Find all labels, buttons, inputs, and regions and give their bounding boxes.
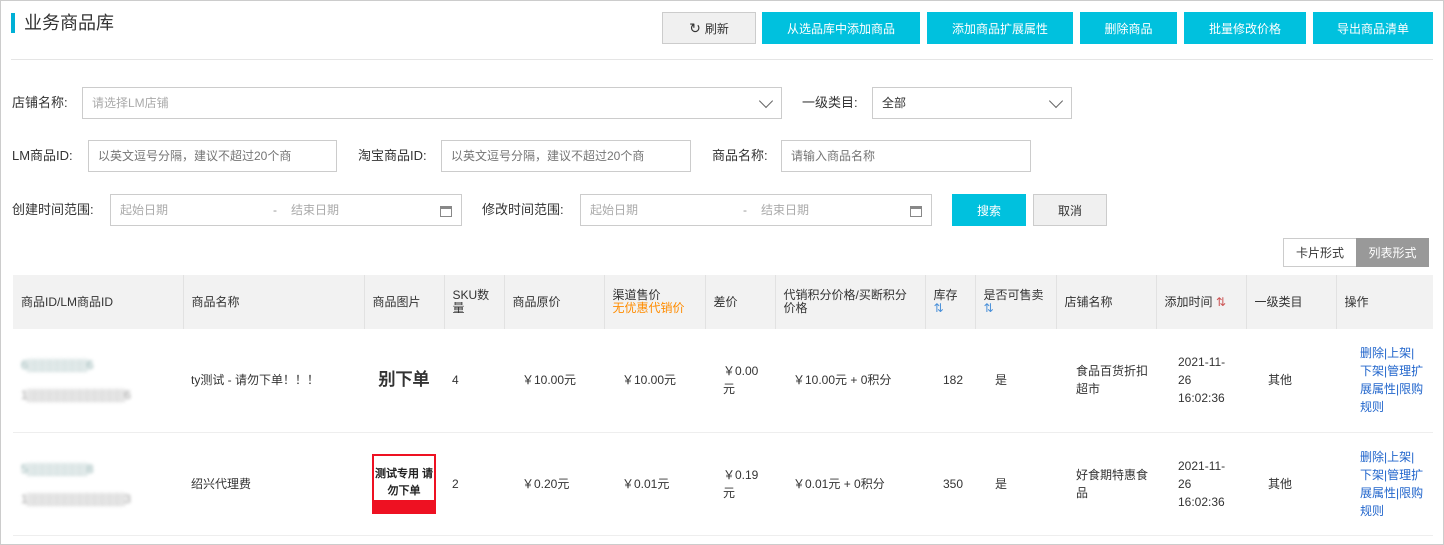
product-name: 绍兴代理费 xyxy=(183,432,364,536)
refresh-button[interactable]: ↻ 刷新 xyxy=(662,12,756,44)
range-sep: - xyxy=(273,203,277,217)
channel-price-sub: 无优惠代销价 xyxy=(612,301,685,315)
category-label: 一级类目: xyxy=(802,95,858,110)
table-row: 6▒▒▒▒▒▒▒▒6 1▒▒▒▒▒▒▒▒▒▒▒▒▒6 ty测试 - 请勿下单！！！… xyxy=(13,329,1433,433)
add-from-library-button[interactable]: 从选品库中添加商品 xyxy=(762,12,920,44)
list-view-tab[interactable]: 列表形式 xyxy=(1356,238,1429,267)
chevron-down-icon xyxy=(758,93,774,109)
col-category: 一级类目 xyxy=(1245,275,1336,329)
col-actions: 操作 xyxy=(1335,275,1433,329)
col-diff: 差价 xyxy=(704,275,775,329)
price-diff: ￥0.19元 xyxy=(705,432,775,536)
card-view-tab[interactable]: 卡片形式 xyxy=(1283,238,1357,267)
page-title: 业务商品库 xyxy=(11,13,114,33)
divider xyxy=(11,59,1433,60)
lm-product-id: 1▒▒▒▒▒▒▒▒▒▒▒▒▒6 xyxy=(21,388,131,403)
col-orig-price: 商品原价 xyxy=(503,275,604,329)
col-shop: 店铺名称 xyxy=(1055,275,1156,329)
points-price: ￥10.00元 + 0积分 xyxy=(775,329,925,433)
lm-id-label: LM商品ID: xyxy=(12,148,73,163)
col-image: 商品图片 xyxy=(363,275,444,329)
product-name: ty测试 - 请勿下单！！！ xyxy=(183,329,364,433)
table-header: 商品ID/LM商品ID 商品名称 商品图片 SKU数量 商品原价 渠道售价 无优惠… xyxy=(13,275,1433,329)
modify-time-label: 修改时间范围: xyxy=(482,202,564,217)
sku-count: 2 xyxy=(444,432,504,536)
col-id: 商品ID/LM商品ID xyxy=(13,275,183,329)
product-image: 别下单 xyxy=(364,329,444,433)
calendar-icon xyxy=(910,206,922,217)
orig-price: ￥0.20元 xyxy=(504,432,604,536)
refresh-icon: ↻ xyxy=(689,19,701,36)
start-date: 起始日期 xyxy=(120,203,169,217)
taobao-id-label: 淘宝商品ID: xyxy=(358,148,427,163)
sort-icon[interactable]: ⇅ xyxy=(984,301,994,315)
calendar-icon xyxy=(440,206,452,217)
row-actions[interactable]: 删除|上架|下架|管理扩展属性|限购规则 xyxy=(1336,329,1433,433)
product-table: 商品ID/LM商品ID 商品名称 商品图片 SKU数量 商品原价 渠道售价 无优惠… xyxy=(13,275,1433,536)
row-actions[interactable]: 删除|上架|下架|管理扩展属性|限购规则 xyxy=(1336,432,1433,536)
product-id-link[interactable]: 6▒▒▒▒▒▒▒▒6 xyxy=(21,356,175,374)
shop-name: 食品百货折扣超市 xyxy=(1056,329,1156,433)
start-date: 起始日期 xyxy=(590,203,639,217)
added-time-label: 添加时间 xyxy=(1164,294,1213,309)
col-points: 代销积分价格/买断积分价格 xyxy=(774,275,925,329)
shop-name: 好食期特惠食品 xyxy=(1056,432,1156,536)
sellable: 是 xyxy=(975,329,1056,433)
col-sellable[interactable]: 是否可售卖 ⇅ xyxy=(974,275,1056,329)
shop-label: 店铺名称: xyxy=(12,95,68,110)
table-row: 5▒▒▒▒▒▒▒▒8 1▒▒▒▒▒▒▒▒▒▒▒▒▒3 绍兴代理费 测试专用 请勿下… xyxy=(13,432,1433,536)
channel-price: ￥0.01元 xyxy=(604,432,705,536)
sellable: 是 xyxy=(975,432,1056,536)
added-time: 2021-11-26 16:02:36 xyxy=(1156,432,1246,536)
price-diff: ￥0.00元 xyxy=(705,329,775,433)
lm-id-input[interactable] xyxy=(88,140,337,172)
chevron-down-icon xyxy=(1048,93,1064,109)
stock: 350 xyxy=(925,432,975,536)
col-added-time[interactable]: 添加时间 ⇅ xyxy=(1155,275,1246,329)
stock: 182 xyxy=(925,329,975,433)
sort-icon[interactable]: ⇅ xyxy=(1216,295,1226,309)
end-date: 结束日期 xyxy=(761,203,810,217)
points-price: ￥0.01元 + 0积分 xyxy=(775,432,925,536)
col-stock[interactable]: 库存 ⇅ xyxy=(924,275,975,329)
product-id-link[interactable]: 5▒▒▒▒▒▒▒▒8 xyxy=(21,460,175,478)
product-image: 测试专用 请勿下单 xyxy=(364,432,444,536)
modify-date-range[interactable]: 起始日期 - 结束日期 xyxy=(580,194,932,226)
category-value: 全部 xyxy=(882,96,907,110)
category: 其他 xyxy=(1246,432,1336,536)
export-list-button[interactable]: 导出商品清单 xyxy=(1313,12,1433,44)
taobao-id-input[interactable] xyxy=(441,140,691,172)
channel-price: ￥10.00元 xyxy=(604,329,705,433)
sort-icon[interactable]: ⇅ xyxy=(934,301,944,315)
cancel-button[interactable]: 取消 xyxy=(1033,194,1107,226)
delete-product-button[interactable]: 删除商品 xyxy=(1080,12,1177,44)
range-sep: - xyxy=(743,203,747,217)
col-channel-price: 渠道售价 无优惠代销价 xyxy=(603,275,705,329)
refresh-label: 刷新 xyxy=(704,21,729,36)
batch-edit-price-button[interactable]: 批量修改价格 xyxy=(1184,12,1306,44)
search-button[interactable]: 搜索 xyxy=(952,194,1026,226)
col-sku: SKU数量 xyxy=(443,275,504,329)
product-name-input[interactable] xyxy=(781,140,1031,172)
sku-count: 4 xyxy=(444,329,504,433)
category: 其他 xyxy=(1246,329,1336,433)
col-name: 商品名称 xyxy=(182,275,364,329)
add-extension-attr-button[interactable]: 添加商品扩展属性 xyxy=(927,12,1073,44)
shop-placeholder: 请选择LM店铺 xyxy=(92,96,169,110)
create-date-range[interactable]: 起始日期 - 结束日期 xyxy=(110,194,462,226)
create-time-label: 创建时间范围: xyxy=(12,202,94,217)
category-select[interactable]: 全部 xyxy=(872,87,1072,119)
orig-price: ￥10.00元 xyxy=(504,329,604,433)
lm-product-id: 1▒▒▒▒▒▒▒▒▒▒▒▒▒3 xyxy=(21,491,131,506)
end-date: 结束日期 xyxy=(291,203,340,217)
product-name-label: 商品名称: xyxy=(712,148,768,163)
added-time: 2021-11-26 16:02:36 xyxy=(1156,329,1246,433)
shop-select[interactable]: 请选择LM店铺 xyxy=(82,87,782,119)
